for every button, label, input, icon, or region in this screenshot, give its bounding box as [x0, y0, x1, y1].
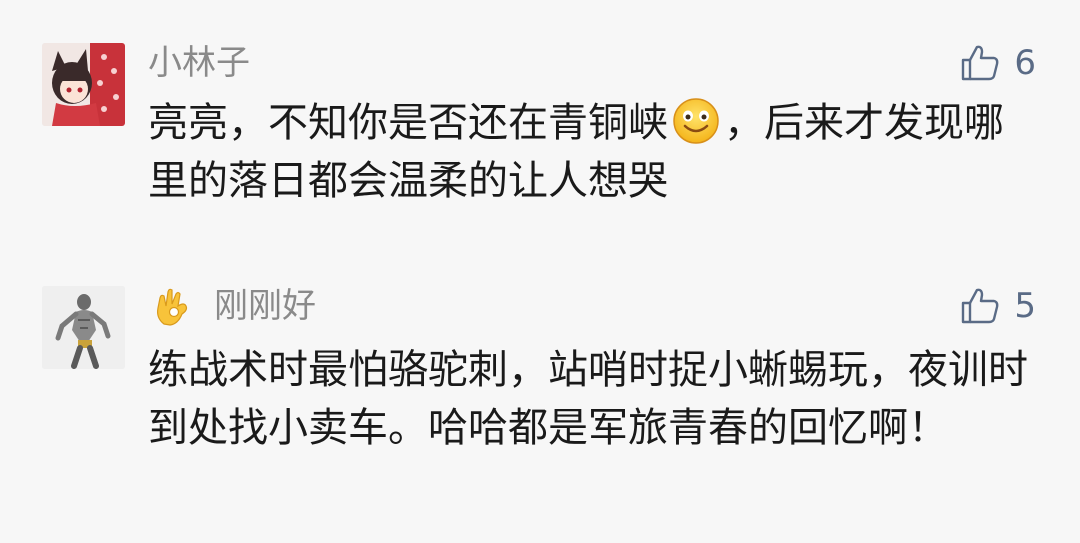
- muscular-man-avatar-icon: [42, 286, 125, 369]
- ok-hand-emoji-icon: [157, 288, 188, 326]
- comment-text-2: 练战术时最怕骆驼刺，站哨时捉小蜥蜴玩，夜训时到处找小卖车。哈哈都是军旅青春的回忆…: [148, 347, 1028, 451]
- thumbs-up-icon: [962, 288, 999, 324]
- comment-2: 刚刚好 5 练战术时最怕骆驼刺，站哨时捉小蜥蜴玩，夜训时到处找小卖车。哈哈都是军…: [0, 0, 1080, 543]
- avatar-2[interactable]: [42, 286, 125, 369]
- like-button-2[interactable]: 5: [960, 286, 1036, 326]
- like-count-2: 5: [1014, 286, 1036, 326]
- username-2[interactable]: 刚刚好: [214, 286, 316, 326]
